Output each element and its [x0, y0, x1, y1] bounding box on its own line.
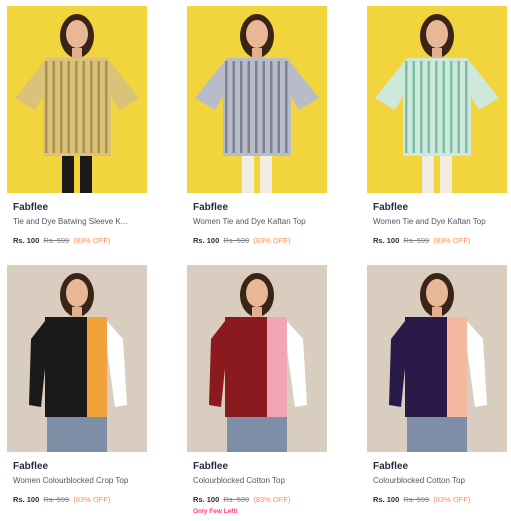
- price-mrp: Rs. 599: [43, 236, 70, 245]
- price-mrp: Rs. 599: [223, 236, 250, 245]
- product-card[interactable]: Fabflee Women Tie and Dye Kaftan Top Rs.…: [187, 6, 327, 246]
- product-card[interactable]: Fabflee Women Tie and Dye Kaftan Top Rs.…: [367, 6, 507, 246]
- price-current: Rs. 100: [13, 495, 40, 504]
- product-price-row: Rs. 100 Rs. 599 (83% OFF): [13, 495, 110, 504]
- stock-alert: Only Few Left!: [193, 508, 238, 515]
- product-title: Colourblocked Cotton Top: [193, 476, 285, 485]
- price-discount: (83% OFF): [73, 495, 111, 504]
- product-brand: Fabflee: [13, 461, 49, 472]
- product-card[interactable]: Fabflee Tie and Dye Batwing Sleeve K... …: [7, 6, 147, 246]
- product-price-row: Rs. 100 Rs. 599 (83% OFF): [373, 495, 470, 504]
- price-discount: (83% OFF): [433, 495, 471, 504]
- price-current: Rs. 100: [193, 236, 220, 245]
- price-current: Rs. 100: [13, 236, 40, 245]
- product-brand: Fabflee: [193, 461, 229, 472]
- product-brand: Fabflee: [193, 202, 229, 213]
- price-discount: (83% OFF): [433, 236, 471, 245]
- product-card[interactable]: Fabflee Women Colourblocked Crop Top Rs.…: [7, 265, 147, 515]
- product-price-row: Rs. 100 Rs. 599 (83% OFF): [193, 236, 290, 245]
- product-brand: Fabflee: [13, 202, 49, 213]
- price-mrp: Rs. 599: [403, 236, 430, 245]
- product-title: Colourblocked Cotton Top: [373, 476, 465, 485]
- product-title: Women Tie and Dye Kaftan Top: [373, 217, 486, 226]
- product-title: Women Tie and Dye Kaftan Top: [193, 217, 306, 226]
- product-image[interactable]: [187, 6, 327, 193]
- product-card[interactable]: Fabflee Colourblocked Cotton Top Rs. 100…: [367, 265, 507, 515]
- price-discount: (83% OFF): [73, 236, 111, 245]
- product-price-row: Rs. 100 Rs. 599 (83% OFF): [193, 495, 290, 504]
- product-title: Women Colourblocked Crop Top: [13, 476, 129, 485]
- product-image[interactable]: [187, 265, 327, 452]
- product-image[interactable]: [367, 6, 507, 193]
- product-brand: Fabflee: [373, 202, 409, 213]
- product-title: Tie and Dye Batwing Sleeve K...: [13, 217, 128, 226]
- price-mrp: Rs. 599: [403, 495, 430, 504]
- price-current: Rs. 100: [193, 495, 220, 504]
- price-current: Rs. 100: [373, 236, 400, 245]
- price-mrp: Rs. 599: [43, 495, 70, 504]
- product-brand: Fabflee: [373, 461, 409, 472]
- product-price-row: Rs. 100 Rs. 599 (83% OFF): [13, 236, 110, 245]
- price-mrp: Rs. 599: [223, 495, 250, 504]
- product-image[interactable]: [7, 6, 147, 193]
- price-current: Rs. 100: [373, 495, 400, 504]
- price-discount: (83% OFF): [253, 236, 291, 245]
- product-card[interactable]: Fabflee Colourblocked Cotton Top Rs. 100…: [187, 265, 327, 515]
- product-price-row: Rs. 100 Rs. 599 (83% OFF): [373, 236, 470, 245]
- product-image[interactable]: [367, 265, 507, 452]
- price-discount: (83% OFF): [253, 495, 291, 504]
- product-image[interactable]: [7, 265, 147, 452]
